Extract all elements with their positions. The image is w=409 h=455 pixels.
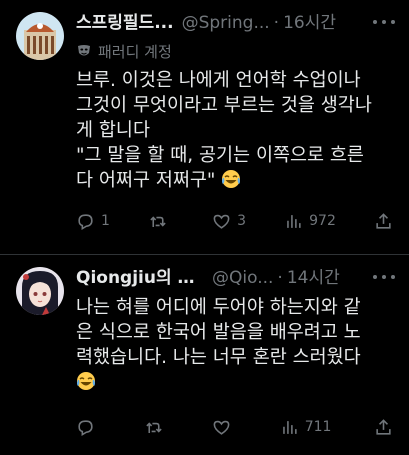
avatar[interactable] [16, 12, 64, 60]
retweet-button[interactable] [144, 418, 170, 437]
tweet-line: 력했습니다. 나는 너무 혼란 스러웠다 [76, 347, 361, 368]
views-button[interactable]: 972 [284, 212, 336, 231]
like-button[interactable] [212, 418, 237, 437]
author-name[interactable]: 스프링필드... [76, 12, 174, 34]
tweet-line: 은 식으로 한국어 발음을 배우려고 노 [76, 322, 361, 343]
tweet-1[interactable]: 스프링필드... @Spring... · 16시간 패러디 계정 브루. 이것… [0, 0, 409, 254]
laughing-crying-emoji-icon [222, 170, 241, 188]
heart-icon [213, 214, 230, 229]
share-button[interactable] [374, 418, 393, 437]
like-button[interactable]: 3 [212, 212, 246, 231]
view-count: 972 [309, 213, 336, 229]
heart-icon [213, 420, 230, 435]
like-count: 3 [237, 213, 247, 229]
tweet-line: "그 말을 할 때, 공기는 이쪽으로 흐른 [76, 145, 364, 166]
timestamp[interactable]: 14시간 [287, 267, 340, 289]
share-button[interactable] [374, 212, 393, 231]
reply-button[interactable]: 1 [76, 212, 110, 231]
timestamp[interactable]: 16시간 [283, 12, 336, 34]
tweet-text: 브루. 이것은 나에게 언어학 수업이나 그것이 무엇이라고 부르는 것을 생각… [76, 68, 393, 193]
views-chart-icon [287, 214, 301, 228]
views-chart-icon [282, 420, 297, 434]
laughing-crying-emoji-icon [77, 372, 95, 390]
tweet-actions: 711 [76, 405, 393, 449]
tweet-text: 나는 혀를 어디에 두어야 하는지와 같 은 식으로 한국어 발음을 배우려고 … [76, 295, 393, 395]
reply-button[interactable] [76, 418, 101, 437]
tweet-line: 나는 혀를 어디에 두어야 하는지와 같 [76, 297, 361, 318]
tweet-2[interactable]: Qiongjiu의 가... @Qio... · 14시간 나는 혀를 어디에 … [0, 254, 409, 455]
author-handle[interactable]: @Qio... [212, 267, 273, 289]
parody-label-text: 패러디 계정 [98, 42, 172, 61]
retweet-button[interactable] [148, 212, 174, 231]
views-button[interactable]: 711 [280, 418, 332, 437]
reply-icon [78, 419, 93, 436]
share-icon [376, 212, 391, 229]
tweet-line: 다 어쩌구 저쩌구" [76, 170, 216, 191]
tweet-actions: 1 3 972 [76, 199, 393, 243]
more-options-icon[interactable] [373, 14, 395, 30]
retweet-icon [150, 215, 166, 227]
separator: · [273, 13, 280, 33]
avatar[interactable] [16, 267, 64, 315]
more-options-icon[interactable] [373, 269, 395, 285]
share-icon [376, 418, 391, 435]
tweet-line: 게 합니다 [76, 120, 150, 141]
tweet-line: 그것이 무엇이라고 부르는 것을 생각나 [76, 95, 372, 116]
reply-icon [78, 213, 93, 230]
author-name[interactable]: Qiongjiu의 가... [76, 267, 204, 289]
tweet-line: 브루. 이것은 나에게 언어학 수업이나 [76, 70, 361, 91]
author-handle[interactable]: @Spring... [182, 12, 270, 34]
reply-count: 1 [101, 213, 110, 229]
retweet-icon [145, 421, 162, 433]
separator: · [277, 268, 283, 288]
mask-icon [78, 45, 90, 56]
parody-label: 패러디 계정 [76, 40, 393, 62]
view-count: 711 [304, 419, 332, 435]
